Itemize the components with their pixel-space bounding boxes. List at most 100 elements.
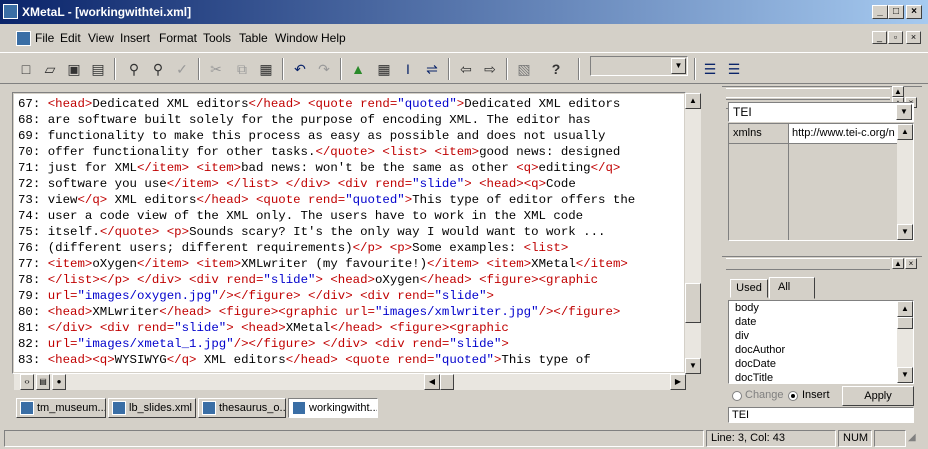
menu-edit[interactable]: Edit: [60, 31, 81, 45]
code-line[interactable]: 78: </list></p> </div> <div rend="slide"…: [18, 272, 684, 288]
validate-icon[interactable]: ▧: [514, 59, 534, 79]
cursor-icon[interactable]: I: [398, 59, 418, 79]
code-line[interactable]: 73: view</q> XML editors</head> <quote r…: [18, 192, 684, 208]
scroll-thumb[interactable]: [685, 283, 701, 323]
redo-icon[interactable]: ↷: [314, 59, 334, 79]
change-radio[interactable]: [732, 391, 742, 401]
code-line[interactable]: 71: just for XML</item> <item>bad news: …: [18, 160, 684, 176]
element-list[interactable]: body date div docAuthor docDate docTitle…: [728, 300, 914, 384]
numbered-list-icon[interactable]: ☰: [700, 59, 720, 79]
scroll-right-icon[interactable]: ▶: [670, 374, 686, 390]
doc-tab-thesaurus[interactable]: thesaurus_o...: [198, 398, 286, 418]
chevron-down-icon[interactable]: ▼: [671, 58, 686, 74]
panel-restore-button[interactable]: ▲: [892, 86, 904, 97]
scroll-down-icon[interactable]: ▼: [897, 367, 913, 383]
list-item[interactable]: docDate: [735, 358, 776, 370]
scroll-up-icon[interactable]: ▲: [897, 124, 913, 140]
undo-icon[interactable]: ↶: [290, 59, 310, 79]
horizontal-scroll-thumb[interactable]: [440, 374, 454, 390]
doc-tab-lb-slides[interactable]: lb_slides.xml: [108, 398, 196, 418]
browser-view-tab-icon[interactable]: ●: [52, 374, 66, 390]
forward-icon[interactable]: ⇨: [480, 59, 500, 79]
menu-file[interactable]: File: [35, 31, 54, 45]
spellcheck-icon[interactable]: ✓: [172, 59, 192, 79]
code-line[interactable]: 81: </div> <div rend="slide"> <head>XMet…: [18, 320, 684, 336]
list-item[interactable]: docTitle: [735, 372, 773, 384]
doc-minimize-button[interactable]: _: [872, 31, 887, 44]
code-line[interactable]: 80: <head>XMLwriter</head> <figure><grap…: [18, 304, 684, 320]
resize-grip-icon[interactable]: ◢: [908, 432, 916, 443]
list-item[interactable]: body: [735, 302, 759, 314]
app-icon[interactable]: [3, 4, 18, 19]
code-view-tab-icon[interactable]: ‹›: [20, 374, 34, 390]
save-all-icon[interactable]: ▤: [88, 59, 108, 79]
menu-help[interactable]: Help: [321, 31, 346, 45]
insert-radio[interactable]: [788, 391, 798, 401]
menu-format[interactable]: Format: [159, 31, 197, 45]
code-line[interactable]: 76: (different users; different requirem…: [18, 240, 684, 256]
list-item[interactable]: date: [735, 316, 756, 328]
scroll-down-icon[interactable]: ▼: [685, 358, 701, 374]
code-line[interactable]: 82: url="images/xmetal_1.jpg"/></figure>…: [18, 336, 684, 352]
tags-view-tab-icon[interactable]: ▤: [36, 374, 50, 390]
code-line[interactable]: 72: software you use</item> </list> </di…: [18, 176, 684, 192]
scroll-thumb[interactable]: [897, 317, 913, 329]
scroll-left-icon[interactable]: ◀: [424, 374, 440, 390]
menu-insert[interactable]: Insert: [120, 31, 150, 45]
code-line[interactable]: 68: are software built solely for the pu…: [18, 112, 684, 128]
doc-tab-workingwithtei[interactable]: workingwitht...: [288, 398, 378, 418]
code-line[interactable]: 67: <head>Dedicated XML editors</head> <…: [18, 96, 684, 112]
code-line[interactable]: 83: <head><q>WYSIWYG</q> XML editors</he…: [18, 352, 684, 368]
image-icon[interactable]: ▲: [348, 59, 368, 79]
back-icon[interactable]: ⇦: [456, 59, 476, 79]
attributes-scrollbar[interactable]: ▲ ▼: [897, 124, 913, 240]
tab-all[interactable]: All: [769, 277, 815, 299]
copy-icon[interactable]: ⧉: [232, 59, 252, 79]
code-line[interactable]: 70: offer functionality for other tasks.…: [18, 144, 684, 160]
help-icon[interactable]: ?: [546, 59, 566, 79]
scroll-up-icon[interactable]: ▲: [897, 301, 913, 317]
menu-view[interactable]: View: [88, 31, 114, 45]
code-line[interactable]: 69: functionality to make this process a…: [18, 128, 684, 144]
apply-button[interactable]: Apply: [842, 386, 914, 406]
list-item[interactable]: div: [735, 330, 749, 342]
code-line[interactable]: 74: user a code view of the XML only. Th…: [18, 208, 684, 224]
scroll-up-icon[interactable]: ▲: [685, 93, 701, 109]
doc-tab-tm-museum[interactable]: tm_museum...: [16, 398, 106, 418]
editor-vertical-scrollbar[interactable]: ▲ ▼: [685, 93, 701, 374]
element-select[interactable]: TEI ▼: [728, 102, 914, 122]
scroll-down-icon[interactable]: ▼: [897, 224, 913, 240]
document-icon[interactable]: [16, 31, 31, 46]
code-editor[interactable]: 67: <head>Dedicated XML editors</head> <…: [14, 94, 684, 372]
chevron-down-icon[interactable]: ▼: [896, 104, 912, 120]
minimize-button[interactable]: _: [872, 5, 888, 19]
menu-tools[interactable]: Tools: [203, 31, 231, 45]
find-replace-icon[interactable]: ⚲: [148, 59, 168, 79]
close-button[interactable]: ×: [906, 5, 922, 19]
style-combo[interactable]: ▼: [590, 56, 688, 76]
code-line[interactable]: 77: <item>oXygen</item> <item>XMLwriter …: [18, 256, 684, 272]
maximize-button[interactable]: □: [888, 5, 904, 19]
save-icon[interactable]: ▣: [64, 59, 84, 79]
doc-close-button[interactable]: ×: [906, 31, 921, 44]
menu-window[interactable]: Window: [275, 31, 318, 45]
new-icon[interactable]: □: [16, 59, 36, 79]
tab-used[interactable]: Used: [730, 279, 768, 298]
table-icon[interactable]: ▦: [374, 59, 394, 79]
doc-restore-button[interactable]: ▫: [888, 31, 903, 44]
menu-table[interactable]: Table: [239, 31, 268, 45]
open-icon[interactable]: ▱: [40, 59, 60, 79]
panel-pin-button[interactable]: ▲: [892, 258, 904, 269]
code-line[interactable]: 79: url="images/oxygen.jpg"/></figure> <…: [18, 288, 684, 304]
find-icon[interactable]: ⚲: [124, 59, 144, 79]
paste-icon[interactable]: ▦: [256, 59, 276, 79]
list-item[interactable]: docAuthor: [735, 344, 785, 356]
elements-panel-close-button[interactable]: ×: [905, 258, 917, 269]
code-line[interactable]: 75: itself.</quote> <p>Sounds scary? It'…: [18, 224, 684, 240]
link-icon[interactable]: ⇌: [422, 59, 442, 79]
attribute-value[interactable]: http://www.tei-c.org/n: [789, 124, 897, 144]
code-view[interactable]: 67: <head>Dedicated XML editors</head> <…: [14, 94, 684, 368]
cut-icon[interactable]: ✂: [206, 59, 226, 79]
elements-panel-grip[interactable]: [726, 258, 890, 270]
bullet-list-icon[interactable]: ☰: [724, 59, 744, 79]
